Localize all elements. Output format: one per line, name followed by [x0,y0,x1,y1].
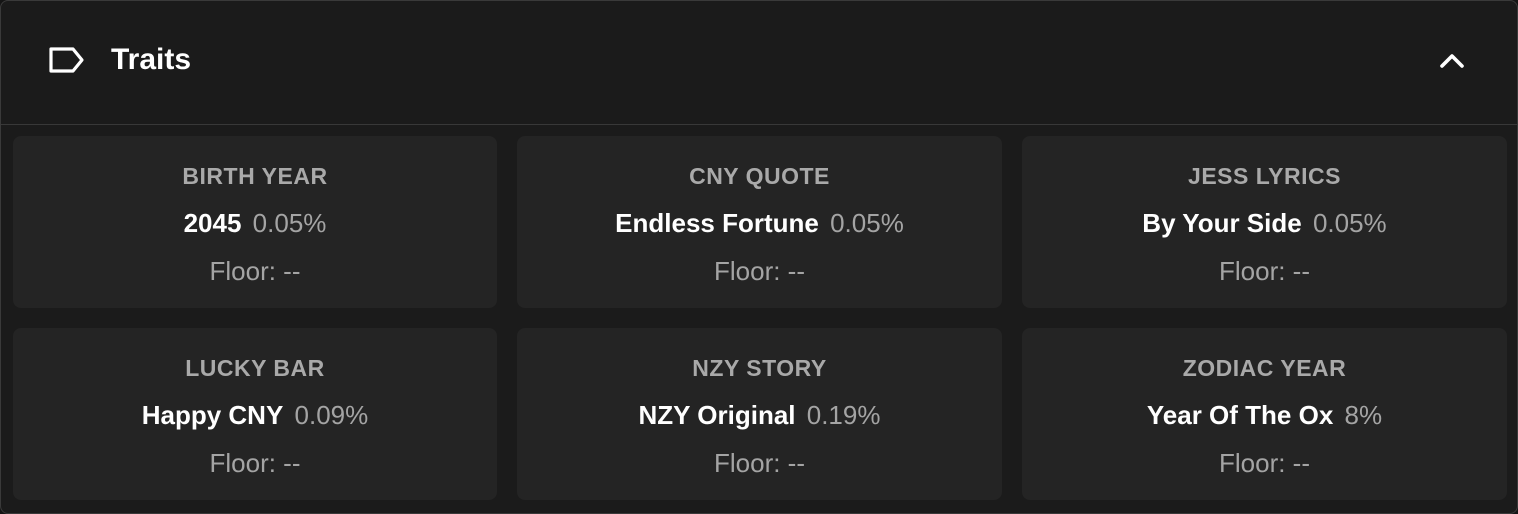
trait-card-jess-lyrics[interactable]: JESS LYRICS By Your Side 0.05% Floor: -- [1022,136,1507,308]
trait-type: LUCKY BAR [185,355,325,381]
trait-value-line: By Your Side 0.05% [1142,207,1386,239]
trait-value: By Your Side [1142,208,1302,238]
trait-value-line: Year Of The Ox 8% [1147,399,1382,431]
trait-value: 2045 [183,208,242,238]
traits-grid: BIRTH YEAR 2045 0.05% Floor: -- CNY QUOT… [13,136,1507,500]
trait-value-line: Happy CNY 0.09% [142,399,369,431]
trait-type: BIRTH YEAR [182,163,328,189]
trait-value: Endless Fortune [615,208,819,238]
trait-rarity: 0.09% [294,400,369,430]
chevron-up-icon[interactable] [1437,47,1467,73]
trait-value: Happy CNY [141,400,284,430]
panel-title: Traits [111,43,192,76]
trait-value-line: 2045 0.05% [184,207,327,239]
trait-value: Year Of The Ox [1146,400,1334,430]
trait-value-line: NZY Original 0.19% [639,399,881,431]
trait-type: JESS LYRICS [1188,163,1341,189]
trait-value: NZY Original [638,400,796,430]
trait-floor: Floor: -- [209,256,301,286]
trait-floor: Floor: -- [714,256,805,286]
trait-rarity: 0.05% [830,208,904,238]
trait-type: CNY QUOTE [689,163,830,189]
trait-floor: Floor: -- [714,448,805,478]
trait-card-cny-quote[interactable]: CNY QUOTE Endless Fortune 0.05% Floor: -… [517,136,1002,308]
trait-type: ZODIAC YEAR [1182,355,1347,381]
trait-floor: Floor: -- [209,448,301,478]
trait-type: NZY STORY [692,355,827,381]
trait-card-lucky-bar[interactable]: LUCKY BAR Happy CNY 0.09% Floor: -- [13,328,497,500]
trait-rarity: 8% [1344,400,1383,430]
trait-floor: Floor: -- [1219,256,1310,286]
trait-value-line: Endless Fortune 0.05% [615,207,904,239]
trait-rarity: 0.05% [252,208,327,238]
trait-card-birth-year[interactable]: BIRTH YEAR 2045 0.05% Floor: -- [13,136,497,308]
traits-header[interactable]: Traits [1,1,1517,125]
tag-icon [47,45,87,75]
trait-card-zodiac-year[interactable]: ZODIAC YEAR Year Of The Ox 8% Floor: -- [1022,328,1507,500]
traits-panel: Traits BIRTH YEAR 2045 0.05% Floor: -- C… [0,0,1518,514]
trait-rarity: 0.19% [806,400,881,430]
trait-card-nzy-story[interactable]: NZY STORY NZY Original 0.19% Floor: -- [517,328,1002,500]
trait-rarity: 0.05% [1312,208,1387,238]
trait-floor: Floor: -- [1219,448,1310,478]
